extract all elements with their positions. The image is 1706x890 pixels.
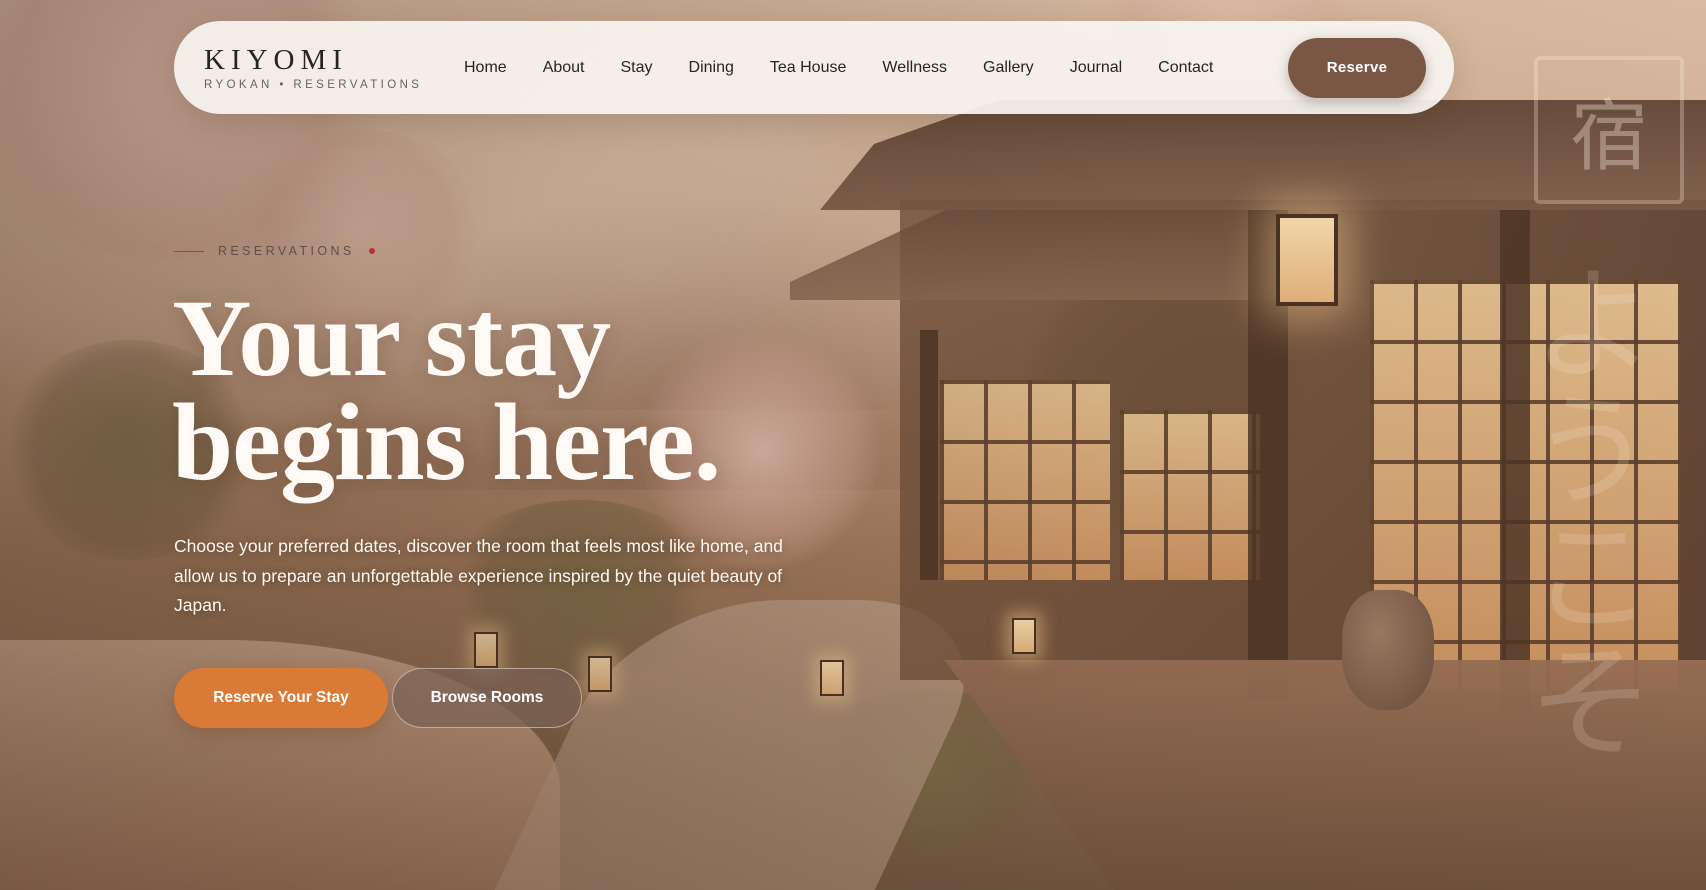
nav-links: Home About Stay Dining Tea House Wellnes… [464,59,1288,77]
vertical-kanji-text: ようこそ [1508,258,1655,762]
top-nav: KIYOMI RYOKAN • RESERVATIONS Home About … [174,21,1454,114]
brand-tagline: RYOKAN • RESERVATIONS [204,78,423,91]
nav-link-dining[interactable]: Dining [689,59,734,77]
hero-headline-line-1: Your stay [172,277,611,399]
nav-link-tea-house[interactable]: Tea House [770,59,847,77]
reserve-button[interactable]: Reserve [1288,37,1426,98]
brand-name: KIYOMI [204,43,348,76]
hero-headline-line-2: begins here. [172,381,721,503]
eyebrow-label: RESERVATIONS [218,244,355,258]
nav-link-journal[interactable]: Journal [1070,59,1122,77]
hero-description: Choose your preferred dates, discover th… [174,536,783,615]
section-eyebrow: RESERVATIONS [174,244,375,258]
hero-headline: Your stay begins here. [172,277,932,503]
kanji-seal-glyph: 宿 [1569,92,1648,182]
nav-link-home[interactable]: Home [464,59,507,77]
nav-link-wellness[interactable]: Wellness [882,59,947,77]
kanji-seal: 宿 [1534,56,1684,204]
eyebrow-divider [174,250,204,252]
browse-rooms-button[interactable]: Browse Rooms [392,668,582,728]
eyebrow-dot [368,248,375,254]
nav-link-stay[interactable]: Stay [621,59,653,77]
nav-link-gallery[interactable]: Gallery [983,59,1034,77]
nav-link-about[interactable]: About [543,59,585,77]
brand-logo[interactable]: KIYOMI RYOKAN • RESERVATIONS [204,45,464,91]
nav-link-contact[interactable]: Contact [1158,59,1213,77]
reserve-your-stay-button[interactable]: Reserve Your Stay [174,668,388,728]
